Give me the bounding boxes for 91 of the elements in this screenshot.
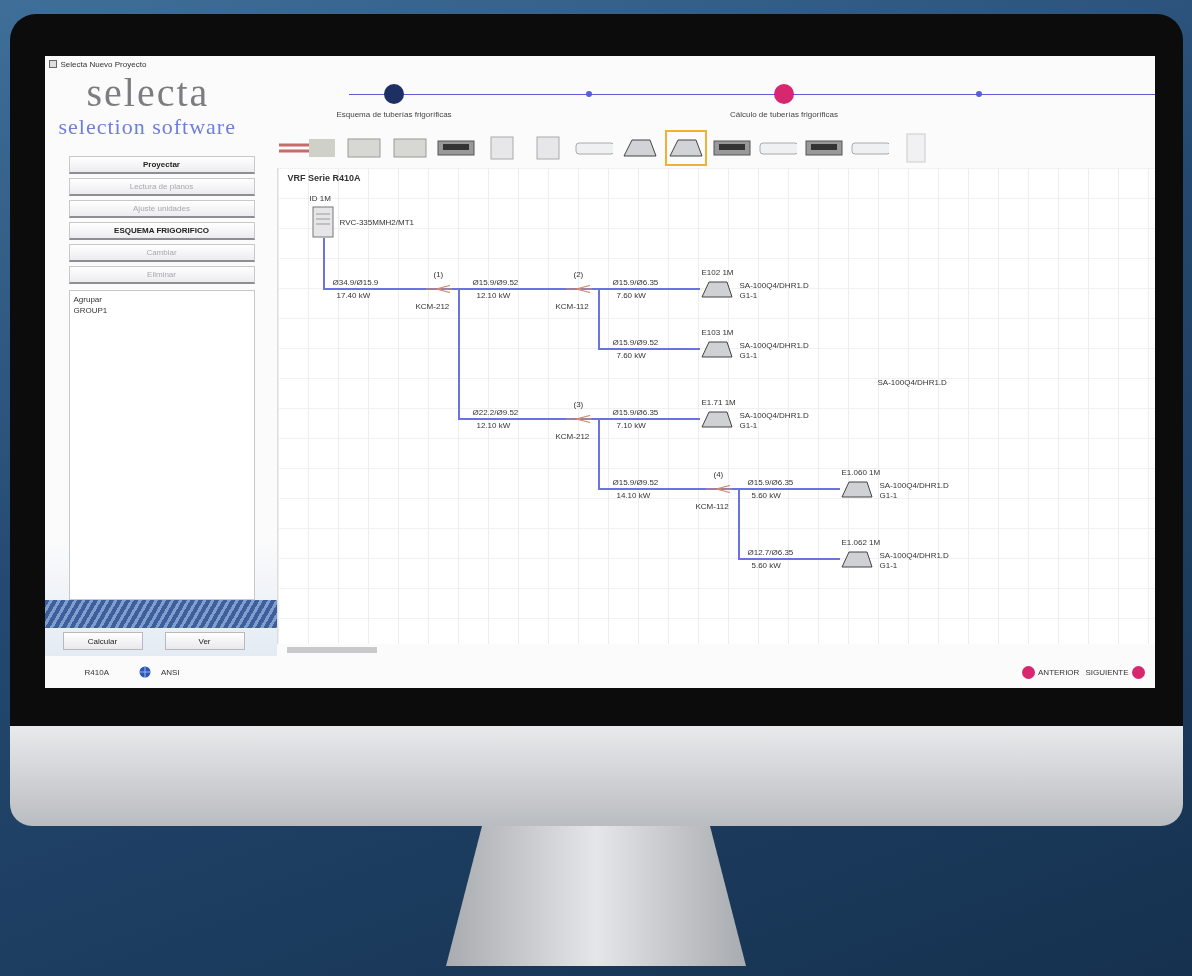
pipe-diameter: Ø15.9/Ø6.35 — [612, 408, 659, 417]
pipe-capacity: 17.40 kW — [336, 291, 371, 300]
branch-joint-icon — [565, 415, 592, 423]
list-item[interactable]: GROUP1 — [73, 306, 250, 315]
duct-unit-icon — [712, 140, 751, 156]
language-label: ANSI — [160, 667, 180, 677]
pipe-capacity: 7.10 kW — [616, 421, 646, 430]
sidebar-button[interactable]: Proyectar — [68, 156, 255, 174]
cassette-unit-icon — [699, 409, 734, 429]
pipe-capacity: 7.60 kW — [616, 351, 646, 360]
pipe-capacity: 14.10 kW — [616, 491, 651, 500]
branch-joint-icon — [565, 285, 592, 293]
cassette-unit-icon — [699, 279, 734, 299]
console-unit-icon — [905, 133, 926, 163]
app-icon — [48, 60, 57, 68]
pipe-capacity: 12.10 kW — [476, 291, 511, 300]
wall-unit-icon — [574, 141, 613, 155]
pipe-diameter: Ø12.7/Ø6.35 — [747, 548, 794, 557]
pipe-diameter: Ø22.2/Ø9.52 — [472, 408, 519, 417]
previous-button[interactable]: ANTERIOR — [1022, 665, 1080, 679]
unit-group: G1-1 — [739, 291, 758, 300]
wall-unit-icon — [850, 141, 889, 155]
step-label: Cálculo de tuberías frigoríficas — [729, 110, 839, 119]
refrigerant-label: R410A — [84, 667, 109, 677]
box-unit-icon — [346, 138, 381, 158]
next-button[interactable]: SIGUIENTE — [1085, 665, 1145, 679]
panel-unit-icon — [489, 136, 514, 160]
pipe-diameter: Ø15.9/Ø9.52 — [612, 478, 659, 487]
panel-unit-icon — [535, 136, 560, 160]
kit-label: KCM-212 — [415, 302, 450, 311]
unit-group: G1-1 — [739, 351, 758, 360]
diagram-title: VRF Serie R410A — [287, 174, 361, 183]
pipe-capacity: 7.60 kW — [616, 291, 646, 300]
branch-joint-icon — [705, 485, 732, 493]
logo-tagline: selection software — [58, 114, 236, 140]
action-button[interactable]: Calcular — [62, 632, 143, 650]
duct-unit-icon — [436, 140, 475, 156]
sidebar-button[interactable]: ESQUEMA FRIGORIFICO — [68, 222, 255, 240]
step-marker[interactable] — [774, 84, 794, 104]
duct-unit-icon — [804, 140, 843, 156]
wall-unit-icon — [758, 141, 797, 155]
step-marker[interactable] — [976, 91, 982, 97]
cassette-unit-icon — [839, 479, 874, 499]
kit-label: KCM-112 — [555, 302, 589, 311]
joint-label: (4) — [713, 470, 724, 479]
unit-code: E1.71 1M — [701, 398, 736, 407]
unit-code: E1.062 1M — [841, 538, 881, 547]
list-item[interactable]: Agrupar — [73, 295, 250, 304]
step-marker[interactable] — [586, 91, 592, 97]
kit-label: KCM-112 — [695, 502, 729, 511]
cassette-unit-icon — [699, 339, 734, 359]
unit-model: SA-100Q4/DHR1.D — [877, 378, 947, 387]
branch-joint-icon — [425, 285, 452, 293]
unit-code: E1.060 1M — [841, 468, 881, 477]
unit-code: E102 1M — [701, 268, 734, 277]
outdoor-unit-icon — [311, 206, 334, 238]
pipe-diameter: Ø15.9/Ø6.35 — [612, 278, 659, 287]
joint-label: (2) — [573, 270, 584, 279]
window-title: Selecta Nuevo Proyecto — [60, 59, 147, 69]
unit-code: E103 1M — [701, 328, 734, 337]
step-label: Esquema de tuberías frigoríficas — [336, 110, 452, 119]
logo-name: selecta — [86, 72, 210, 114]
unit-group: G1-1 — [879, 561, 898, 570]
pipe-capacity: 12.10 kW — [476, 421, 511, 430]
joint-label: (1) — [433, 270, 444, 279]
pipe-capacity: 5.60 kW — [751, 491, 781, 500]
unit-model: SA-100Q4/DHR1.D — [879, 551, 949, 560]
pipe-diameter: Ø15.9/Ø6.35 — [747, 478, 794, 487]
unit-label: ID 1M — [309, 194, 331, 203]
pipe-diameter: Ø34.9/Ø15.9 — [332, 278, 379, 287]
unit-model: SA-100Q4/DHR1.D — [739, 341, 809, 350]
joint-label: (3) — [573, 400, 584, 409]
cassette-unit-icon — [668, 139, 703, 157]
cassette-unit-icon — [839, 549, 874, 569]
cassette-unit-icon — [622, 139, 657, 157]
unit-group: G1-1 — [739, 421, 758, 430]
pipe-capacity: 5.60 kW — [751, 561, 781, 570]
action-button[interactable]: Ver — [164, 632, 245, 650]
pipe-diameter: Ø15.9/Ø9.52 — [472, 278, 519, 287]
unit-model: SA-100Q4/DHR1.D — [879, 481, 949, 490]
unit-group: G1-1 — [879, 491, 898, 500]
kit-label: KCM-212 — [555, 432, 590, 441]
pipe-unit-icon — [278, 137, 337, 159]
pipe-diameter: Ø15.9/Ø9.52 — [612, 338, 659, 347]
unit-model: RVC-335MMH2/MT1 — [339, 218, 415, 227]
globe-icon[interactable] — [138, 666, 151, 678]
box-unit-icon — [392, 138, 427, 158]
unit-model: SA-100Q4/DHR1.D — [739, 411, 809, 420]
unit-model: SA-100Q4/DHR1.D — [739, 281, 809, 290]
step-marker[interactable] — [384, 84, 404, 104]
scrollbar-thumb[interactable] — [286, 647, 377, 653]
